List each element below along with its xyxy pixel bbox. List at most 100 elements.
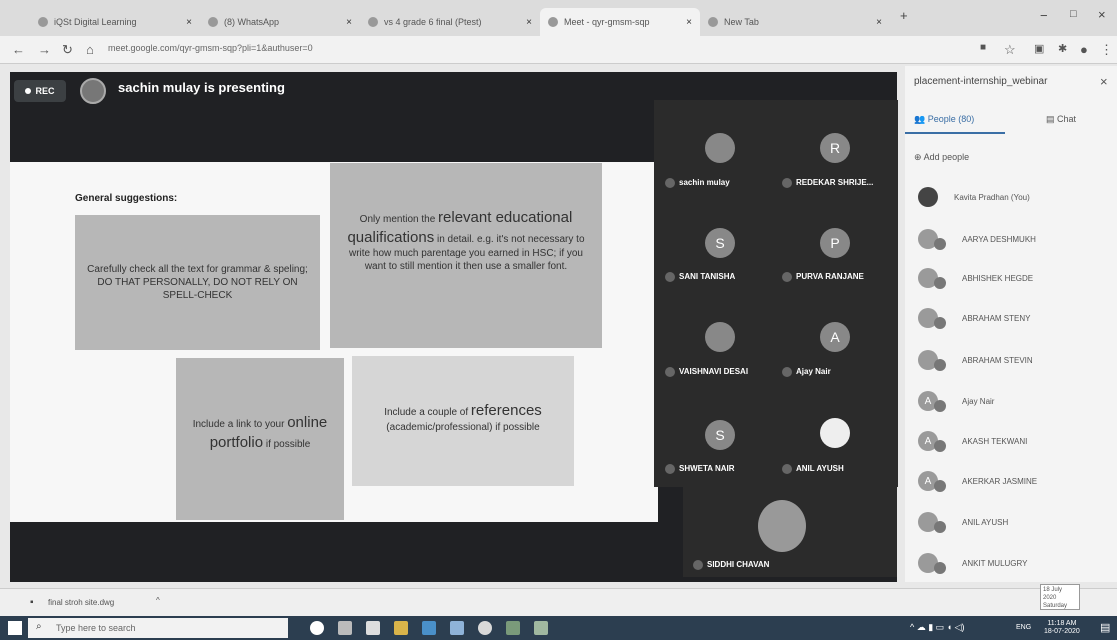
close-tab-icon[interactable]: × [340, 17, 352, 28]
participant-name: ANIL AYUSH [782, 464, 844, 474]
people-list-item[interactable]: A AKERKAR JASMINE [918, 466, 1108, 496]
download-options-icon[interactable]: ^ [156, 596, 160, 605]
person-name: AARYA DESHMUKH [962, 234, 1036, 244]
new-tab-button[interactable]: + [900, 8, 908, 23]
tab-grade-final[interactable]: vs 4 grade 6 final (Ptest) × [360, 8, 540, 36]
home-icon[interactable]: ⌂ [86, 42, 94, 57]
mic-off-icon [934, 277, 946, 289]
people-list-item[interactable]: A Ajay Nair [918, 386, 1108, 416]
system-tray-icons[interactable]: ^ ☁ ▮ ▭ ◖ ◁) [910, 622, 965, 633]
browser-tab-bar: iQSt Digital Learning × (8) WhatsApp × vs … [0, 0, 1117, 36]
close-tab-icon[interactable]: × [680, 17, 692, 28]
mic-off-icon [782, 178, 792, 188]
participant-avatar: R [820, 133, 850, 163]
participant-name: PURVA RANJANE [782, 272, 864, 282]
task-view-icon[interactable] [338, 621, 352, 635]
extension-icon[interactable]: ▣ [1034, 42, 1044, 55]
camera-icon[interactable]: ■ [980, 42, 986, 53]
close-panel-icon[interactable]: × [1100, 74, 1108, 89]
tab-favicon-icon [548, 17, 558, 27]
tab-favicon-icon [208, 17, 218, 27]
mic-off-icon [665, 367, 675, 377]
clock[interactable]: 11:18 AM 18-07-2020 [1044, 620, 1080, 637]
more-options-icon[interactable] [665, 178, 675, 188]
participant-tiles [654, 100, 898, 487]
language-indicator[interactable]: ENG [1016, 624, 1031, 631]
participant-name: SANI TANISHA [665, 272, 735, 282]
add-people-button[interactable]: ⊕ Add people [914, 152, 969, 163]
maximize-button[interactable]: □ [1070, 8, 1077, 20]
tab-whatsapp[interactable]: (8) WhatsApp × [200, 8, 360, 36]
slide-box-text: if possible [263, 438, 311, 450]
close-tab-icon[interactable]: × [180, 17, 192, 28]
cortana-icon[interactable] [310, 621, 324, 635]
participant-avatar: P [820, 228, 850, 258]
tooltip-day: Saturday [1043, 602, 1068, 609]
file-explorer-icon[interactable] [394, 621, 408, 635]
tab-label: iQSt Digital Learning [54, 17, 137, 27]
person-name: Kavita Pradhan (You) [954, 192, 1030, 202]
slide-box-text: (academic/professional) if possible [386, 421, 540, 433]
app-icon[interactable] [534, 621, 548, 635]
address-bar: ← → ↻ ⌂ meet.google.com/qyr-gmsm-sqp?pli… [0, 36, 1117, 64]
people-list-item[interactable]: ABRAHAM STENY [918, 303, 1108, 333]
back-icon[interactable]: ← [12, 42, 25, 57]
close-window-button[interactable]: × [1098, 7, 1106, 22]
clock-date: 18-07-2020 [1044, 628, 1080, 636]
notifications-icon[interactable]: ▤ [1100, 621, 1110, 634]
person-name: ANKIT MULUGRY [962, 558, 1028, 568]
menu-icon[interactable]: ⋮ [1100, 42, 1113, 58]
people-list-item[interactable]: A AKASH TEKWANI [918, 426, 1108, 456]
tab-label: (8) WhatsApp [224, 17, 280, 27]
people-list-item[interactable]: AARYA DESHMUKH [918, 224, 1108, 254]
close-tab-icon[interactable]: × [520, 17, 532, 28]
slide-box-text: Only mention the [359, 214, 439, 225]
people-list-item[interactable]: ABHISHEK HEGDE [918, 263, 1108, 293]
puzzle-icon[interactable]: ✱ [1058, 42, 1067, 55]
windows-start-icon[interactable] [8, 621, 22, 635]
mic-off-icon [693, 560, 703, 570]
chat-icon: ▤ [1046, 114, 1055, 124]
slide-heading: General suggestions: [75, 193, 178, 204]
close-tab-icon[interactable]: × [870, 17, 882, 28]
tab-new[interactable]: New Tab × [700, 8, 890, 36]
app-icon[interactable] [506, 621, 520, 635]
people-list-item[interactable]: ANKIT MULUGRY [918, 548, 1108, 578]
store-icon[interactable] [366, 621, 380, 635]
slide-box-qualifications: Only mention the relevant educational qu… [330, 163, 602, 348]
mic-off-icon [934, 238, 946, 250]
reload-icon[interactable]: ↻ [62, 42, 73, 58]
star-icon[interactable]: ☆ [1004, 42, 1016, 58]
edge-icon[interactable] [422, 621, 436, 635]
mic-off-icon [782, 272, 792, 282]
tab-meet[interactable]: Meet - qyr-gmsm-sqp × [540, 8, 700, 36]
profile-icon[interactable]: ● [1080, 42, 1088, 57]
people-list-item[interactable]: Kavita Pradhan (You) [918, 182, 1108, 212]
participant-avatar: S [705, 420, 735, 450]
clock-time: 11:18 AM [1047, 620, 1077, 627]
app-icon[interactable] [450, 621, 464, 635]
url-field[interactable]: meet.google.com/qyr-gmsm-sqp?pli=1&authu… [108, 43, 313, 53]
record-dot-icon [25, 88, 32, 94]
forward-icon[interactable]: → [38, 42, 51, 57]
participant-avatar [705, 133, 735, 163]
people-list-item[interactable]: ABRAHAM STEVIN [918, 345, 1108, 375]
slide-box-references: Include a couple of references (academic… [352, 356, 574, 486]
chrome-icon[interactable] [478, 621, 492, 635]
minimize-button[interactable]: − [1040, 8, 1048, 23]
participant-avatar: A [820, 322, 850, 352]
people-list-item[interactable]: ANIL AYUSH [918, 507, 1108, 537]
download-bar [0, 588, 1117, 616]
slide-box-text: Carefully check all the text for grammar… [87, 264, 308, 301]
taskbar-search[interactable]: Type here to search [28, 618, 288, 638]
mic-off-icon [934, 480, 946, 492]
recording-badge: REC [14, 80, 66, 102]
rec-label: REC [35, 86, 55, 96]
download-item[interactable]: final stroh site.dwg [48, 598, 114, 607]
tab-chat[interactable]: ▤ Chat [1046, 114, 1076, 125]
tab-people[interactable]: 👥 People (80) [914, 114, 974, 125]
person-name: ABRAHAM STEVIN [962, 355, 1033, 365]
person-name: Ajay Nair [962, 396, 995, 406]
tab-iqst[interactable]: iQSt Digital Learning × [30, 8, 200, 36]
participant-name: REDEKAR SHRIJE... [782, 178, 873, 188]
